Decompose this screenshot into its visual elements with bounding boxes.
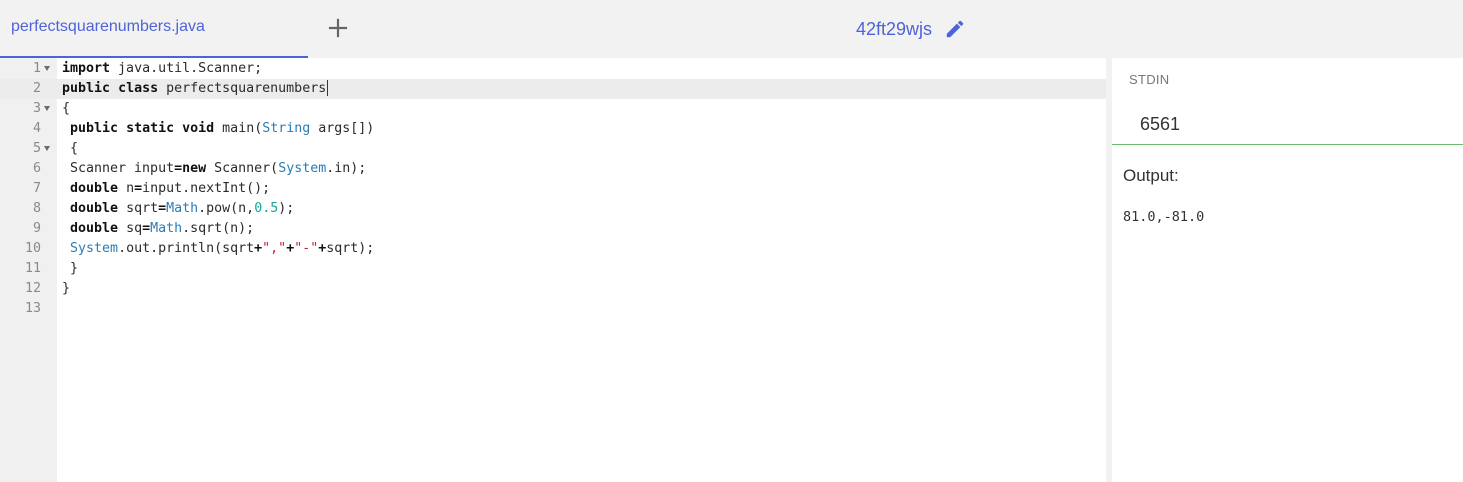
line-number: 3: [32, 101, 41, 116]
code-text: import java.util.Scanner;: [62, 61, 263, 76]
line-number: 2: [32, 81, 41, 96]
code-line[interactable]: 8 double sqrt=Math.pow(n,0.5);: [0, 199, 1106, 219]
text-cursor: [327, 80, 329, 96]
code-line[interactable]: 6 Scanner input=new Scanner(System.in);: [0, 159, 1106, 179]
plus-icon[interactable]: [326, 16, 350, 40]
code-text: double sqrt=Math.pow(n,0.5);: [70, 201, 295, 216]
io-panel: STDIN 6561 Output: 81.0,-81.0: [1112, 58, 1463, 482]
code-line[interactable]: 5 {: [0, 139, 1106, 159]
line-number: 5: [32, 141, 41, 156]
code-line[interactable]: 13: [0, 299, 1106, 319]
code-line[interactable]: 7 double n=input.nextInt();: [0, 179, 1106, 199]
code-text: public class perfectsquarenumbers: [62, 80, 329, 96]
code-text: {: [62, 101, 71, 116]
line-number: 1: [32, 61, 41, 76]
output-value: 81.0,-81.0: [1123, 209, 1205, 225]
fold-toggle-icon[interactable]: [44, 66, 50, 71]
code-line[interactable]: 3{: [0, 99, 1106, 119]
code-editor[interactable]: 1 import java.util.Scanner; 2 public class …: [0, 58, 1106, 482]
pencil-icon[interactable]: [944, 18, 966, 40]
line-number: 6: [32, 161, 41, 176]
output-label: Output:: [1123, 166, 1179, 185]
line-number: 11: [24, 261, 41, 276]
code-text: double n=input.nextInt();: [70, 181, 271, 196]
stdin-label: STDIN: [1129, 72, 1170, 87]
code-text: System.out.println(sqrt+","+"-"+sqrt);: [70, 241, 375, 256]
plus-icon-graphic: [328, 18, 348, 38]
fold-toggle-icon[interactable]: [44, 106, 50, 111]
code-text: {: [62, 141, 79, 156]
top-bar: perfectsquarenumbers.java 42ft29wjs: [0, 0, 1463, 58]
code-text: public static void main(String args[]): [70, 121, 375, 136]
line-number: 10: [24, 241, 41, 256]
code-text: Scanner input=new Scanner(System.in);: [62, 161, 367, 176]
project-title: 42ft29wjs: [856, 16, 966, 42]
file-tab[interactable]: perfectsquarenumbers.java: [0, 0, 308, 58]
code-line[interactable]: 9 double sq=Math.sqrt(n);: [0, 219, 1106, 239]
stdin-underline: [1112, 144, 1463, 145]
line-number: 7: [32, 181, 41, 196]
code-line[interactable]: 11 }: [0, 259, 1106, 279]
line-number: 8: [32, 201, 41, 216]
line-number: 9: [32, 221, 41, 236]
code-line[interactable]: 10 System.out.println(sqrt+","+"-"+sqrt)…: [0, 239, 1106, 259]
code-line[interactable]: 12}: [0, 279, 1106, 299]
file-tab-label: perfectsquarenumbers.java: [11, 18, 205, 35]
code-text: double sq=Math.sqrt(n);: [70, 221, 255, 236]
stdin-input[interactable]: 6561: [1140, 114, 1180, 135]
code-text: }: [62, 261, 79, 276]
line-number: 13: [24, 301, 41, 316]
project-name: 42ft29wjs: [856, 18, 933, 39]
code-lines[interactable]: 1 import java.util.Scanner; 2 public class …: [0, 59, 1106, 319]
code-line[interactable]: 4 public static void main(String args[]): [0, 119, 1106, 139]
code-line[interactable]: 2 public class perfectsquarenumbers: [0, 79, 1106, 99]
line-number: 12: [24, 281, 41, 296]
code-text: }: [62, 281, 71, 296]
fold-toggle-icon[interactable]: [44, 146, 50, 151]
code-line[interactable]: 1 import java.util.Scanner;: [0, 59, 1106, 79]
line-number: 4: [32, 121, 41, 136]
